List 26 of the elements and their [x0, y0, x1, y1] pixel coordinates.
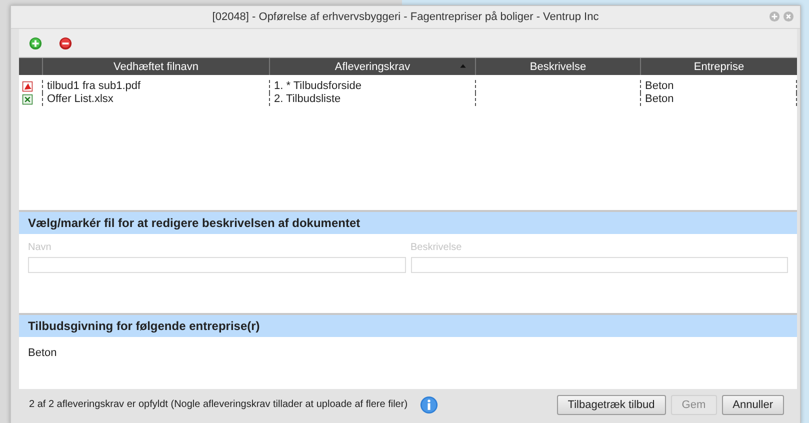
close-icon[interactable] — [783, 11, 794, 22]
field-label: Navn — [28, 242, 52, 255]
table-cell: 1. * Tilbudsforside — [274, 80, 362, 92]
sort-arrow-icon[interactable] — [459, 62, 467, 70]
section-header: Vælg/markér fil for at redigere beskrivelsen af dokumentet — [19, 210, 797, 234]
window-title: [02048] - Opførelse af erhvervsbyggeri - Fagentrepriser på boliger - Ventrup Inc — [212, 11, 599, 23]
table-cell: tilbud1 fra sub1.pdf — [47, 80, 141, 92]
column-header[interactable]: Beskrivelse — [475, 58, 640, 75]
section-header: Tilbudsgivning for følgende entreprise(r) — [19, 313, 797, 337]
table-cell: Beton — [645, 80, 674, 92]
column-header[interactable]: Entreprise — [640, 58, 797, 75]
dialog-button[interactable]: Tilbagetræk tilbud — [556, 394, 666, 414]
column-header[interactable]: Vedhæftet filnavn — [42, 58, 269, 75]
pdf-file-icon — [22, 81, 33, 92]
remove-icon[interactable] — [59, 36, 72, 50]
dialog-button[interactable]: Annuller — [722, 394, 784, 414]
status-text: 2 af 2 afleveringskrav er opfyldt (Nogle afleveringskrav tillader at uploade af flere filer) — [29, 399, 408, 410]
info-icon[interactable] — [420, 396, 438, 414]
table-cell: 2. Tilbudsliste — [274, 93, 341, 105]
spreadsheet-file-icon — [22, 94, 33, 105]
table-cell: Beton — [645, 93, 674, 105]
field-label: Beskrivelse — [410, 242, 463, 255]
add-icon[interactable] — [29, 36, 42, 50]
table-cell: Offer List.xlsx — [47, 93, 114, 105]
column-header[interactable]: Afleveringskrav — [269, 58, 475, 75]
trade-name: Beton — [28, 347, 58, 359]
